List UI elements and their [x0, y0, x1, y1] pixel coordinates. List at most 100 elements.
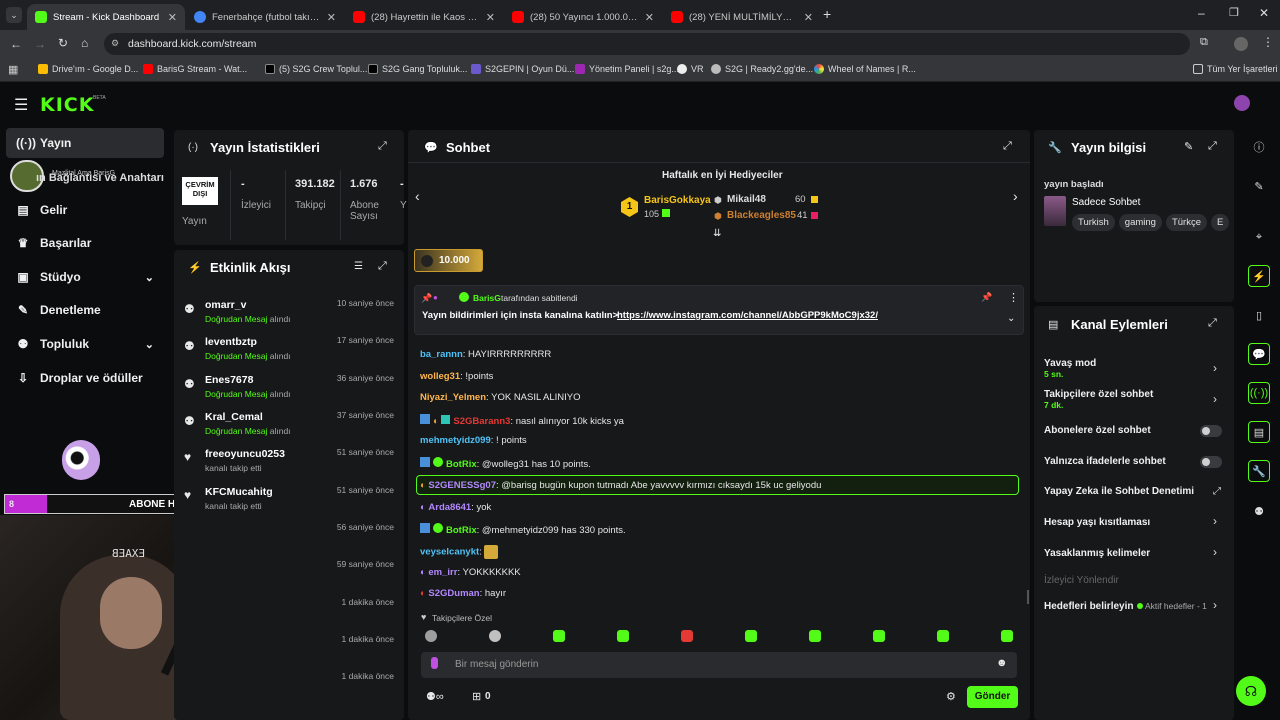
- nav-item-topluluk[interactable]: ⚉ Topluluk ⌄: [6, 329, 164, 359]
- nav-item-stream-key[interactable]: ın Bağlantısı ve Anahtarı: [36, 172, 164, 184]
- expand-icon[interactable]: ⤢: [1208, 140, 1217, 153]
- emote-icon[interactable]: [809, 630, 821, 642]
- chat-username[interactable]: em_irr: [428, 567, 457, 578]
- site-info-icon[interactable]: ⚙: [111, 38, 119, 49]
- expand-icon[interactable]: ⤢: [1208, 317, 1217, 330]
- hamburger-menu-icon[interactable]: ☰: [14, 95, 28, 115]
- unpin-icon[interactable]: 📌: [981, 292, 992, 303]
- browser-tab-kick[interactable]: Stream - Kick Dashboard ✕: [27, 4, 185, 30]
- collapse-icon[interactable]: ⇊: [713, 228, 721, 239]
- chat-username[interactable]: veyselcanykt: [420, 547, 479, 558]
- chat-username[interactable]: Arda8641: [428, 502, 471, 513]
- gifters-next-button[interactable]: ›: [1013, 188, 1018, 204]
- slow-mode-row[interactable]: Yavaş mod 5 sn.: [1044, 358, 1096, 379]
- activity-feed-icon[interactable]: ⚡: [1248, 265, 1270, 287]
- url-field[interactable]: ⚙ dashboard.kick.com/stream: [104, 33, 1190, 55]
- edit-icon[interactable]: ✎: [1248, 175, 1270, 197]
- activity-user[interactable]: omarr_v: [205, 299, 246, 311]
- activity-user[interactable]: Enes7678: [205, 374, 253, 386]
- minimize-button[interactable]: –: [1198, 6, 1205, 20]
- activity-user[interactable]: Kral_Cemal: [205, 411, 263, 423]
- followers-only-row[interactable]: Takipçilere özel sohbet 7 dk.: [1044, 389, 1153, 410]
- bookmark-item[interactable]: S2G Gang Topluluk...: [368, 64, 467, 74]
- nav-item-yayin[interactable]: ((·)) Yayın: [6, 128, 164, 158]
- bookmark-item[interactable]: Drive'ım - Google D...: [38, 64, 138, 74]
- nav-item-studyo[interactable]: ▣ Stüdyo ⌄: [6, 262, 164, 292]
- tag-chip[interactable]: Turkish: [1072, 214, 1115, 231]
- subscribers-only-toggle[interactable]: [1200, 425, 1222, 437]
- tab-search-button[interactable]: ⌄: [6, 7, 22, 23]
- gifter-name[interactable]: Mikail48: [727, 194, 766, 205]
- info-icon[interactable]: ⓘ: [1248, 136, 1270, 158]
- gifter-name[interactable]: Blackeagles85: [727, 210, 796, 221]
- bookmark-item[interactable]: (5) S2G Crew Toplul...: [265, 64, 367, 74]
- chat-scrollbar[interactable]: [1027, 590, 1029, 604]
- filter-icon[interactable]: ☰: [354, 261, 363, 272]
- focus-icon[interactable]: ⌖: [1248, 226, 1270, 248]
- apps-icon[interactable]: ▦: [8, 63, 18, 76]
- bookmark-item[interactable]: Yönetim Paneli | s2g...: [575, 64, 679, 74]
- chat-username[interactable]: Niyazi_Yelmen: [420, 392, 486, 403]
- expand-icon[interactable]: ⤢: [378, 140, 387, 153]
- back-icon[interactable]: ←: [10, 37, 22, 51]
- bookmark-item[interactable]: Wheel of Names | R...: [814, 64, 916, 74]
- browser-tab-youtube-1[interactable]: (28) Hayrettin ile Kaos Show - 2 ✕: [345, 4, 503, 30]
- bookmark-item[interactable]: S2GEPIN | Oyun Dü...: [471, 64, 574, 74]
- document-icon[interactable]: ▯: [1248, 304, 1270, 326]
- tag-chip[interactable]: E: [1211, 214, 1230, 231]
- emote-icon[interactable]: [681, 630, 693, 642]
- more-icon[interactable]: ⋮: [1008, 291, 1019, 304]
- chevron-down-icon[interactable]: ⌄: [1007, 313, 1015, 324]
- browser-menu-icon[interactable]: ⋮: [1262, 35, 1274, 49]
- wrench-icon[interactable]: 🔧: [1248, 460, 1270, 482]
- chat-icon[interactable]: 💬: [1248, 343, 1270, 365]
- chat-username[interactable]: mehmetyidz099: [420, 435, 491, 446]
- activity-user[interactable]: KFCMucahitg: [205, 486, 273, 498]
- emote-icon[interactable]: [553, 630, 565, 642]
- browser-tab-youtube-2[interactable]: (28) 50 Yayıncı 1.000.000 Dolar ✕: [504, 4, 662, 30]
- restore-button[interactable]: ❐: [1229, 6, 1239, 19]
- support-headset-button[interactable]: ☊: [1236, 676, 1266, 706]
- emote-icon[interactable]: [937, 630, 949, 642]
- extensions-icon[interactable]: ⧉: [1200, 36, 1208, 49]
- close-tab-icon[interactable]: ✕: [327, 11, 336, 24]
- close-tab-icon[interactable]: ✕: [804, 11, 813, 24]
- activity-user[interactable]: leventbztp: [205, 336, 257, 348]
- emote-icon[interactable]: [489, 630, 501, 642]
- bookmark-item[interactable]: BarisG Stream - Wat...: [143, 64, 247, 74]
- emote-icon[interactable]: [617, 630, 629, 642]
- chat-username[interactable]: wolleg31: [420, 371, 460, 382]
- send-button[interactable]: Gönder: [967, 686, 1018, 708]
- pinned-link[interactable]: https://www.instagram.com/channel/AbbGPP…: [617, 310, 878, 321]
- banned-words-row[interactable]: Yasaklanmış kelimeler: [1044, 548, 1150, 559]
- emote-icon[interactable]: [425, 630, 437, 642]
- all-bookmarks[interactable]: Tüm Yer İşaretleri: [1193, 64, 1278, 74]
- tag-chip[interactable]: Türkçe: [1165, 214, 1208, 231]
- emotes-only-toggle[interactable]: [1200, 456, 1222, 468]
- browser-tab-youtube-3[interactable]: (28) YENİ MULTİMİLYONER ARA ✕: [663, 4, 821, 30]
- chat-username[interactable]: S2GENESSg07: [428, 480, 496, 491]
- kicks-banner[interactable]: 10.000: [414, 249, 483, 272]
- chat-settings-icon[interactable]: ⚙: [946, 690, 956, 703]
- chat-username[interactable]: BotRix: [446, 459, 477, 470]
- close-tab-icon[interactable]: ✕: [168, 11, 177, 24]
- account-age-row[interactable]: Hesap yaşı kısıtlaması: [1044, 517, 1150, 528]
- close-window-button[interactable]: ✕: [1259, 6, 1269, 20]
- bookmark-item[interactable]: S2G | Ready2.gg'de...: [711, 64, 813, 74]
- chat-username[interactable]: ba_rannn: [420, 349, 463, 360]
- profile-avatar[interactable]: [1234, 37, 1248, 51]
- emoji-icon[interactable]: ☻: [996, 657, 1008, 669]
- browser-tab-fenerbahce[interactable]: Fenerbahçe (futbol takımı) - Go ✕: [186, 4, 344, 30]
- home-icon[interactable]: ⌂: [81, 36, 88, 50]
- tag-chip[interactable]: gaming: [1118, 214, 1162, 231]
- emote-icon[interactable]: [873, 630, 885, 642]
- user-avatar[interactable]: [1234, 95, 1250, 111]
- nav-item-basarilar[interactable]: ♛ Başarılar: [6, 228, 164, 258]
- pinned-by-user[interactable]: BarisG: [473, 293, 501, 303]
- emote-icon[interactable]: [1001, 630, 1013, 642]
- close-tab-icon[interactable]: ✕: [645, 11, 654, 24]
- new-tab-button[interactable]: +: [823, 6, 831, 22]
- gifters-prev-button[interactable]: ‹: [415, 188, 420, 204]
- close-tab-icon[interactable]: ✕: [486, 11, 495, 24]
- stream-stats-icon[interactable]: ((·)): [1248, 382, 1270, 404]
